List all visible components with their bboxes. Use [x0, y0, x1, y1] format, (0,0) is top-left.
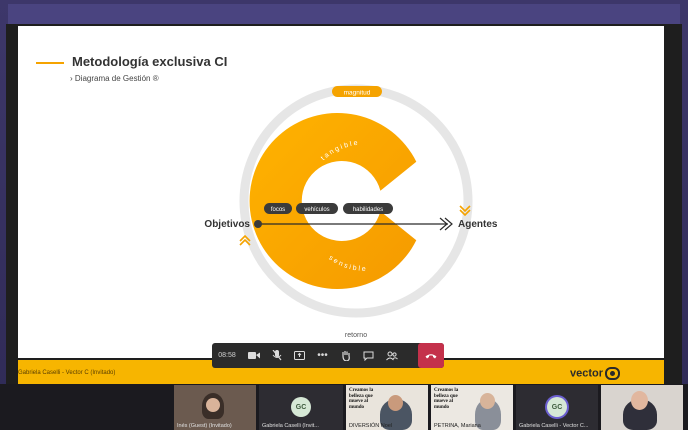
hand-icon [341, 351, 350, 361]
pill-habilidades-label: habilidades [353, 207, 383, 213]
call-timer: 08:58 [218, 352, 236, 359]
pill-habilidades: habilidades [343, 203, 393, 214]
vector-logo-text: vector [570, 367, 604, 380]
window-top-bar [8, 4, 680, 24]
more-icon: ••• [317, 350, 328, 361]
mic-off-icon [272, 350, 281, 361]
magnitude-tag-label: magnitud [344, 90, 371, 97]
participant-name: Gabriela Caselli (Invit... [262, 423, 319, 429]
poster-text: Creamos la belleza que mueve al mundo [349, 388, 374, 410]
pill-focos: focos [264, 203, 292, 214]
participant-tile[interactable] [601, 385, 683, 430]
chat-icon [363, 351, 374, 361]
poster-text: Creamos la belleza que mueve al mundo [434, 388, 459, 410]
participant-face [206, 398, 220, 412]
camera-button[interactable] [242, 343, 265, 368]
participants-button[interactable] [380, 343, 403, 368]
agents-label: Agentes [458, 219, 498, 230]
share-screen-icon [294, 351, 305, 360]
objectives-dot [254, 220, 262, 228]
vector-logo-mark [605, 367, 621, 380]
microphone-button[interactable] [265, 343, 288, 368]
participant-face [388, 395, 403, 411]
participant-tile[interactable]: Creamos la belleza que mueve al mundo DI… [346, 385, 428, 430]
participant-tile[interactable]: GC Gabriela Caselli (Invit... [259, 385, 343, 430]
vector-logo: vector [570, 367, 621, 380]
presenter-name: Gabriela Caselli - Vector C (Invitado) [18, 370, 116, 376]
participant-tile[interactable]: GC Gabriela Caselli - Vector C... [516, 385, 598, 430]
pill-vehiculos-label: vehículos [304, 207, 329, 213]
objectives-label: Objetivos [204, 219, 250, 230]
participant-name: Gabriela Caselli - Vector C... [519, 423, 589, 429]
pill-focos-label: focos [271, 207, 285, 213]
participant-name: Inés (Guest) (Invitado) [177, 423, 232, 429]
share-screen-button[interactable] [288, 343, 311, 368]
pill-vehiculos: vehículos [296, 203, 338, 214]
participant-name: PETRINA, Mariana [434, 423, 481, 429]
leave-call-button[interactable] [418, 343, 444, 368]
people-icon [385, 351, 398, 360]
participant-tile[interactable]: Creamos la belleza que mueve al mundo PE… [431, 385, 513, 430]
presentation-slide: Metodología exclusiva CI › Diagrama de G… [18, 26, 664, 358]
participant-name: DIVERSIÓN Noel [349, 423, 393, 429]
hang-up-icon [425, 353, 437, 358]
video-camera-icon [247, 352, 260, 359]
avatar: GC [547, 397, 567, 417]
avatar: GC [291, 397, 311, 417]
participant-tile[interactable]: Inés (Guest) (Invitado) [174, 385, 256, 430]
participant-face [631, 391, 648, 410]
raise-hand-button[interactable] [334, 343, 357, 368]
management-diagram: magnitud tangible sensible focos vehícul… [204, 84, 498, 339]
return-label: retorno [345, 332, 367, 339]
meeting-control-bar: 08:58 ••• [212, 343, 444, 368]
participant-face [480, 393, 495, 409]
more-options-button[interactable]: ••• [311, 343, 334, 368]
chat-button[interactable] [357, 343, 380, 368]
